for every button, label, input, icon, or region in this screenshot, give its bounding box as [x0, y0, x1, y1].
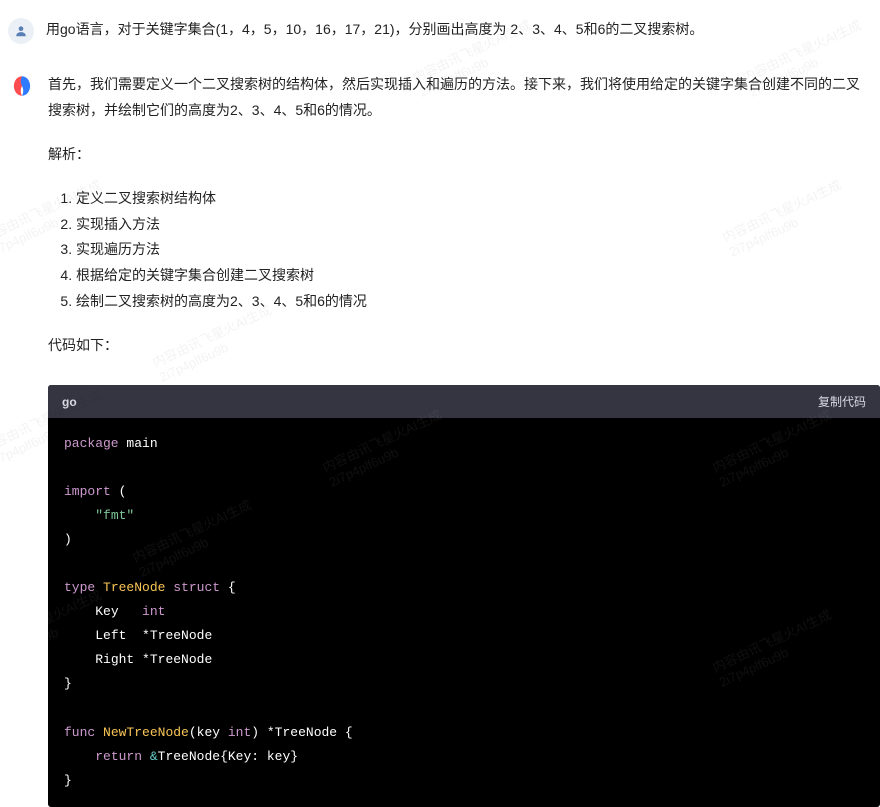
code-body[interactable]: package main import ( "fmt" ) type TreeN… [48, 418, 880, 807]
code-label: 代码如下： [48, 333, 872, 359]
question-row: 用go语言，对于关键字集合(1，4，5，10，16，17，21)，分别画出高度为… [0, 0, 880, 54]
question-text: 用go语言，对于关键字集合(1，4，5，10，16，17，21)，分别画出高度为… [46, 18, 703, 40]
list-item: 根据给定的关键字集合创建二叉搜索树 [76, 263, 872, 289]
answer-row: 首先，我们需要定义一个二叉搜索树的结构体，然后实现插入和遍历的方法。接下来，我们… [0, 54, 880, 377]
list-item: 实现插入方法 [76, 212, 872, 238]
analysis-steps: 定义二叉搜索树结构体 实现插入方法 实现遍历方法 根据给定的关键字集合创建二叉搜… [66, 186, 872, 315]
answer-content: 首先，我们需要定义一个二叉搜索树的结构体，然后实现插入和遍历的方法。接下来，我们… [48, 72, 872, 377]
list-item: 绘制二叉搜索树的高度为2、3、4、5和6的情况 [76, 289, 872, 315]
code-block: go 复制代码 package main import ( "fmt" ) ty… [48, 385, 880, 807]
answer-intro: 首先，我们需要定义一个二叉搜索树的结构体，然后实现插入和遍历的方法。接下来，我们… [48, 72, 872, 124]
user-avatar-icon [8, 18, 34, 44]
list-item: 实现遍历方法 [76, 237, 872, 263]
list-item: 定义二叉搜索树结构体 [76, 186, 872, 212]
code-language-label: go [62, 395, 77, 409]
ai-avatar-icon [8, 72, 36, 100]
copy-code-button[interactable]: 复制代码 [818, 393, 866, 410]
code-header: go 复制代码 [48, 385, 880, 418]
analysis-label: 解析： [48, 142, 872, 168]
